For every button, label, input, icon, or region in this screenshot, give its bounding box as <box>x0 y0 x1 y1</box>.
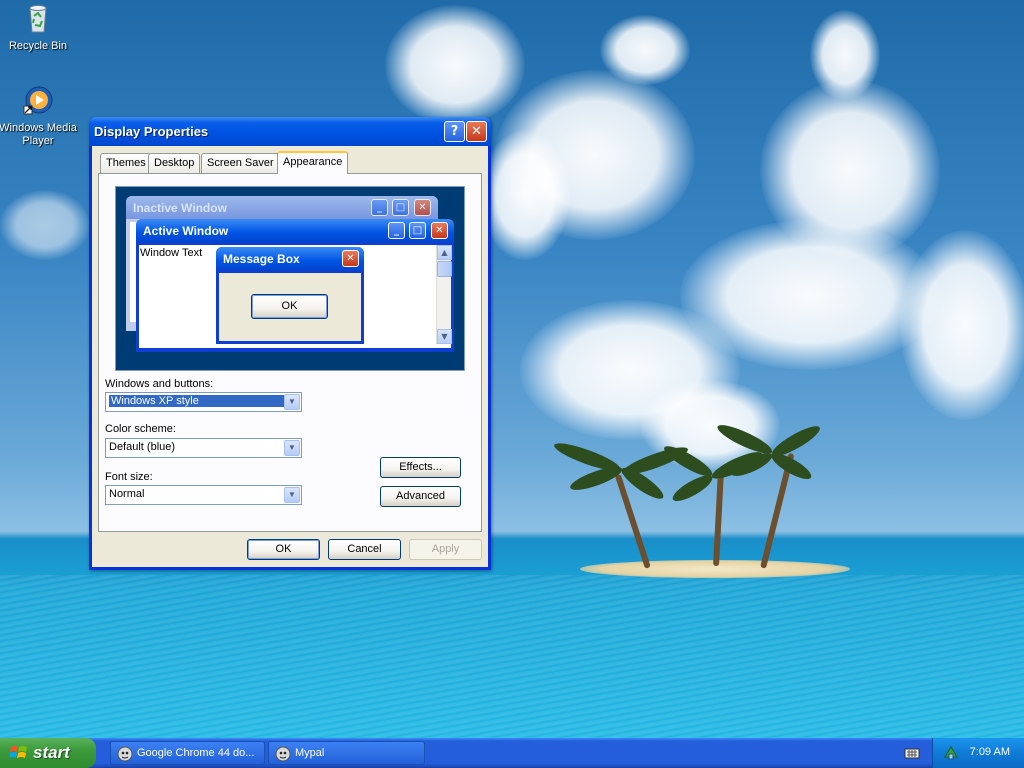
chevron-down-icon[interactable]: ▼ <box>284 440 300 456</box>
active-window-title: Active Window <box>143 224 229 238</box>
windows-buttons-select[interactable]: Windows XP style ▼ <box>105 392 302 412</box>
media-player-icon <box>23 86 53 115</box>
preview-message-box: Message Box ✕ OK <box>216 247 364 344</box>
clock[interactable]: 7:09 AM <box>970 746 1010 758</box>
message-box-ok-button: OK <box>251 294 328 319</box>
palm-trunk <box>713 469 725 567</box>
desktop-icon-media-player[interactable]: Windows Media Player <box>0 84 78 148</box>
cancel-button[interactable]: Cancel <box>328 539 401 560</box>
scroll-up-icon: ▲ <box>437 245 452 260</box>
start-button[interactable]: start <box>0 738 96 768</box>
taskbar: start Google Chrome 44 do... Mypal 7:09 … <box>0 738 1024 768</box>
cloud <box>385 5 525 125</box>
message-box-title: Message Box <box>223 252 300 266</box>
minimize-icon: _ <box>388 222 405 239</box>
chrome-app-icon <box>117 746 133 762</box>
window-title: Display Properties <box>94 124 209 139</box>
recycle-bin-icon <box>29 5 47 33</box>
chevron-down-icon[interactable]: ▼ <box>284 394 300 410</box>
sea <box>0 575 1024 738</box>
dialog-body: Themes Desktop Screen Saver Appearance I… <box>92 146 488 567</box>
scroll-down-icon: ▼ <box>437 329 452 344</box>
cloud <box>480 130 570 260</box>
title-bar[interactable]: Display Properties ? ✕ <box>89 117 491 146</box>
desktop-icon-recycle-bin[interactable]: Recycle Bin <box>0 2 78 52</box>
start-label: start <box>33 743 70 762</box>
window-text: Window Text <box>140 247 203 259</box>
cloud <box>810 10 880 100</box>
color-scheme-select[interactable]: Default (blue) ▼ <box>105 438 302 458</box>
taskbar-item-mypal[interactable]: Mypal <box>268 741 425 765</box>
font-size-select[interactable]: Normal ▼ <box>105 485 302 505</box>
taskbar-item-chrome[interactable]: Google Chrome 44 do... <box>110 741 265 765</box>
display-properties-window: Display Properties ? ✕ Themes Desktop Sc… <box>89 117 491 570</box>
keyboard-icon[interactable] <box>904 746 920 760</box>
color-scheme-value: Default (blue) <box>109 441 176 453</box>
maximize-icon: □ <box>409 222 426 239</box>
taskbar-item-label: Google Chrome 44 do... <box>137 747 255 759</box>
inactive-window-title: Inactive Window <box>133 201 227 215</box>
close-icon: ✕ <box>431 222 448 239</box>
desktop-icon-label: Windows Media Player <box>0 122 77 147</box>
palm-frond <box>669 470 716 506</box>
appearance-preview: Inactive Window _ □ ✕ Active Window _ □ … <box>115 186 465 371</box>
cloud <box>900 230 1024 420</box>
close-icon: ✕ <box>342 250 359 267</box>
taskbar-item-label: Mypal <box>295 747 325 759</box>
system-tray: 7:09 AM <box>932 738 1024 768</box>
close-icon: ✕ <box>414 199 431 216</box>
advanced-button[interactable]: Advanced <box>380 486 461 507</box>
inactive-title-bar: Inactive Window _ □ ✕ <box>126 196 438 219</box>
windows-buttons-label: Windows and buttons: <box>105 378 214 390</box>
color-scheme-label: Color scheme: <box>105 423 176 435</box>
font-size-value: Normal <box>109 488 145 500</box>
help-button[interactable]: ? <box>444 121 465 142</box>
tab-themes[interactable]: Themes <box>100 153 152 173</box>
font-size-label: Font size: <box>105 471 153 483</box>
close-icon: ✕ <box>471 124 482 139</box>
cloud <box>600 15 690 85</box>
appearance-tab-panel: Inactive Window _ □ ✕ Active Window _ □ … <box>98 173 482 532</box>
active-title-bar: Active Window _ □ ✕ <box>136 219 454 242</box>
maximize-icon: □ <box>392 199 409 216</box>
ok-button[interactable]: OK <box>247 539 320 560</box>
message-box-title-bar: Message Box ✕ <box>216 247 364 270</box>
cloud <box>0 190 90 260</box>
windows-buttons-value: Windows XP style <box>109 395 284 407</box>
help-icon: ? <box>450 124 459 139</box>
chevron-down-icon[interactable]: ▼ <box>284 487 300 503</box>
preview-scrollbar: ▲ ▼ <box>436 245 452 344</box>
effects-button[interactable]: Effects... <box>380 457 461 478</box>
apply-button[interactable]: Apply <box>409 539 482 560</box>
mypal-app-icon <box>275 746 291 762</box>
windows-logo-icon <box>10 746 27 758</box>
tab-appearance[interactable]: Appearance <box>277 151 349 174</box>
tab-screen-saver[interactable]: Screen Saver <box>201 153 280 173</box>
minimize-icon: _ <box>371 199 388 216</box>
scroll-thumb <box>437 261 452 277</box>
message-box-client: OK <box>219 273 361 341</box>
close-button[interactable]: ✕ <box>466 121 487 142</box>
desktop-icon-label: Recycle Bin <box>8 40 68 52</box>
network-tray-icon[interactable] <box>943 745 959 761</box>
tab-desktop[interactable]: Desktop <box>148 153 201 173</box>
